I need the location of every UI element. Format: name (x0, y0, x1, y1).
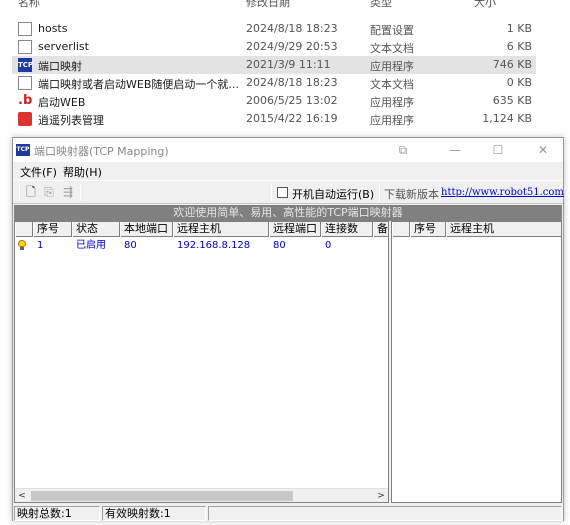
b-app-icon: .b (18, 93, 33, 108)
row-remote-port: 80 (273, 240, 286, 251)
row-status: 已启用 (76, 240, 106, 251)
toolbar-separator (80, 184, 81, 201)
column-remote-host[interactable]: 远程主机 (173, 222, 269, 237)
file-name: 逍遥列表管理 (38, 114, 104, 127)
file-type: 文本文档 (370, 42, 414, 55)
column-icon[interactable] (15, 222, 33, 237)
menu-bar: 文件(F) 帮助(H) (13, 162, 563, 179)
tcp-mapping-window: TCP 端口映射器(TCP Mapping) ⧉ — ☐ ✕ 文件(F) 帮助(… (12, 137, 564, 521)
file-date: 2024/8/18 18:23 (246, 22, 338, 35)
row-remote-host: 192.168.8.128 (177, 240, 251, 251)
file-name: 端口映射 (38, 60, 82, 73)
file-type: 应用程序 (370, 114, 414, 127)
toolbar: 🗋 ⎘ ⇶ 开机自动运行(B) 下载新版本 http://www.robot51… (13, 180, 564, 204)
active-mappings: 有效映射数:1 (102, 506, 206, 521)
file-icon (18, 22, 32, 36)
download-link[interactable]: http://www.robot51.com (441, 187, 564, 198)
column-icon[interactable] (392, 222, 410, 237)
file-name: serverlist (38, 40, 89, 53)
lightbulb-icon (18, 240, 26, 250)
file-date: 2024/9/29 20:53 (246, 40, 338, 53)
column-name[interactable]: 名称 (18, 0, 40, 10)
mapping-list-header: 序号 状态 本地端口 远程主机 远程端口 连接数 备 (15, 222, 388, 237)
file-row-start-web[interactable]: .b 启动WEB 2006/5/25 13:02 应用程序 635 KB (12, 92, 536, 110)
tcp-app-icon: TCP (18, 58, 33, 72)
column-header-row: 名称 修改日期 类型 大小 (0, 0, 570, 10)
welcome-banner: 欢迎使用简单、易用、高性能的TCP端口映射器 (14, 205, 562, 221)
menu-help[interactable]: 帮助(H) (63, 164, 102, 180)
file-size: 635 KB (492, 94, 532, 107)
total-mappings: 映射总数:1 (14, 506, 100, 521)
row-local-port: 80 (124, 240, 137, 251)
scroll-left-icon[interactable]: < (15, 489, 29, 502)
file-type: 配置设置 (370, 24, 414, 37)
file-name: 启动WEB (38, 96, 86, 109)
column-connections[interactable]: 连接数 (321, 222, 373, 237)
file-type: 应用程序 (370, 96, 414, 109)
column-date[interactable]: 修改日期 (246, 0, 290, 10)
connection-list[interactable]: 序号 远程主机 (391, 221, 562, 503)
menu-file[interactable]: 文件(F) (20, 164, 57, 180)
file-row-list-manager[interactable]: 逍遥列表管理 2015/4/22 16:19 应用程序 1,124 KB (12, 110, 536, 128)
scroll-right-icon[interactable]: > (374, 489, 388, 502)
file-type: 应用程序 (370, 60, 414, 73)
column-index[interactable]: 序号 (33, 222, 72, 237)
file-row-readme[interactable]: 端口映射或者启动WEB随便启动一个就... 2024/8/18 18:23 文本… (12, 74, 536, 92)
file-size: 1,124 KB (482, 112, 532, 125)
row-index: 1 (37, 240, 44, 251)
file-date: 2024/8/18 18:23 (246, 76, 338, 89)
restore-icon[interactable]: ⧉ (383, 140, 423, 160)
file-icon (18, 40, 32, 54)
column-size[interactable]: 大小 (474, 0, 496, 10)
settings-icon[interactable]: ⇶ (60, 184, 76, 200)
file-row-hosts[interactable]: hosts 2024/8/18 18:23 配置设置 1 KB (12, 20, 536, 38)
toolbar-separator (271, 184, 272, 201)
column-status[interactable]: 状态 (72, 222, 120, 237)
column-note[interactable]: 备 (373, 222, 388, 237)
new-document-icon[interactable]: 🗋 (23, 184, 39, 200)
column-local-port[interactable]: 本地端口 (120, 222, 173, 237)
copy-icon[interactable]: ⎘ (41, 184, 57, 200)
scroll-thumb[interactable] (31, 491, 293, 501)
file-date: 2006/5/25 13:02 (246, 94, 338, 107)
close-button[interactable]: ✕ (523, 140, 563, 160)
file-icon (18, 76, 32, 90)
file-type: 文本文档 (370, 78, 414, 91)
file-size: 0 KB (506, 76, 532, 89)
column-type[interactable]: 类型 (370, 0, 392, 10)
file-size: 746 KB (492, 58, 532, 71)
file-date: 2021/3/9 11:11 (246, 58, 331, 71)
column-remote-port[interactable]: 远程端口 (269, 222, 321, 237)
toolbar-separator (19, 184, 20, 201)
maximize-button[interactable]: ☐ (478, 140, 518, 160)
status-bar: 映射总数:1 有效映射数:1 (13, 505, 563, 521)
horizontal-scrollbar[interactable]: < > (15, 488, 388, 502)
minimize-button[interactable]: — (435, 140, 475, 160)
status-empty (208, 506, 562, 521)
file-size: 1 KB (506, 22, 532, 35)
autostart-checkbox[interactable] (277, 187, 288, 198)
file-row-serverlist[interactable]: serverlist 2024/9/29 20:53 文本文档 6 KB (12, 38, 536, 56)
column-remote-host[interactable]: 远程主机 (446, 222, 561, 237)
file-name: hosts (38, 22, 68, 35)
title-bar[interactable]: TCP 端口映射器(TCP Mapping) ⧉ — ☐ ✕ (13, 138, 563, 162)
tcp-app-icon: TCP (16, 144, 30, 156)
gift-app-icon (18, 112, 32, 126)
file-size: 6 KB (506, 40, 532, 53)
row-connections: 0 (325, 240, 332, 251)
mapping-row[interactable]: 1 已启用 80 192.168.8.128 80 0 (15, 238, 388, 253)
mapping-list[interactable]: 序号 状态 本地端口 远程主机 远程端口 连接数 备 1 已启用 80 192.… (14, 221, 389, 503)
file-row-port-mapper[interactable]: TCP 端口映射 2021/3/9 11:11 应用程序 746 KB (12, 56, 536, 74)
download-label: 下载新版本 (384, 188, 439, 201)
toolbar-separator (379, 184, 380, 201)
column-index[interactable]: 序号 (410, 222, 446, 237)
file-name: 端口映射或者启动WEB随便启动一个就... (38, 78, 239, 91)
connection-list-header: 序号 远程主机 (392, 222, 561, 237)
autostart-label[interactable]: 开机自动运行(B) (292, 186, 374, 202)
file-date: 2015/4/22 16:19 (246, 112, 338, 125)
window-title: 端口映射器(TCP Mapping) (34, 145, 169, 158)
file-explorer-list: 名称 修改日期 类型 大小 hosts 2024/8/18 18:23 配置设置… (0, 0, 570, 135)
